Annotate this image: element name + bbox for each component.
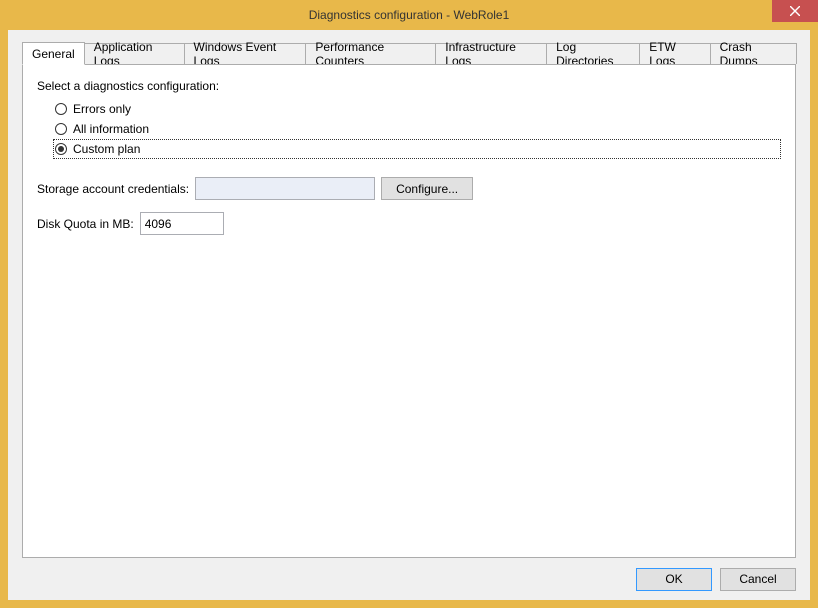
storage-credentials-row: Storage account credentials: Configure..… <box>37 177 781 200</box>
tab-performance-counters[interactable]: Performance Counters <box>305 43 436 64</box>
tab-windows-event-logs[interactable]: Windows Event Logs <box>184 43 307 64</box>
tab-label: General <box>32 47 75 61</box>
tab-strip: General Application Logs Windows Event L… <box>22 40 796 64</box>
button-label: Configure... <box>396 182 458 196</box>
radio-all-information[interactable]: All information <box>53 119 781 139</box>
disk-quota-row: Disk Quota in MB: <box>37 212 781 235</box>
titlebar: Diagnostics configuration - WebRole1 <box>0 0 818 30</box>
radio-errors-only[interactable]: Errors only <box>53 99 781 119</box>
ok-button[interactable]: OK <box>636 568 712 591</box>
tab-application-logs[interactable]: Application Logs <box>84 43 185 64</box>
button-label: Cancel <box>739 572 776 586</box>
radio-icon <box>55 123 67 135</box>
radio-custom-plan[interactable]: Custom plan <box>53 139 781 159</box>
radio-label: Custom plan <box>73 142 140 156</box>
tab-panel-general: Select a diagnostics configuration: Erro… <box>22 64 796 558</box>
client-area: General Application Logs Windows Event L… <box>8 30 810 600</box>
button-label: OK <box>665 572 682 586</box>
dialog-footer: OK Cancel <box>8 558 810 600</box>
config-radio-group: Errors only All information Custom plan <box>53 99 781 159</box>
tab-crash-dumps[interactable]: Crash Dumps <box>710 43 797 64</box>
tab-infrastructure-logs[interactable]: Infrastructure Logs <box>435 43 547 64</box>
close-button[interactable] <box>772 0 818 22</box>
storage-credentials-label: Storage account credentials: <box>37 182 189 196</box>
cancel-button[interactable]: Cancel <box>720 568 796 591</box>
disk-quota-input[interactable] <box>140 212 224 235</box>
close-icon <box>790 6 800 16</box>
tab-log-directories[interactable]: Log Directories <box>546 43 640 64</box>
tab-general[interactable]: General <box>22 42 85 65</box>
radio-icon <box>55 103 67 115</box>
configure-button[interactable]: Configure... <box>381 177 473 200</box>
radio-label: All information <box>73 122 149 136</box>
window-title: Diagnostics configuration - WebRole1 <box>309 8 510 22</box>
storage-credentials-input[interactable] <box>195 177 375 200</box>
dialog-window: Diagnostics configuration - WebRole1 Gen… <box>0 0 818 608</box>
tab-etw-logs[interactable]: ETW Logs <box>639 43 710 64</box>
radio-icon <box>55 143 67 155</box>
disk-quota-label: Disk Quota in MB: <box>37 217 134 231</box>
radio-label: Errors only <box>73 102 131 116</box>
select-config-label: Select a diagnostics configuration: <box>37 79 781 93</box>
